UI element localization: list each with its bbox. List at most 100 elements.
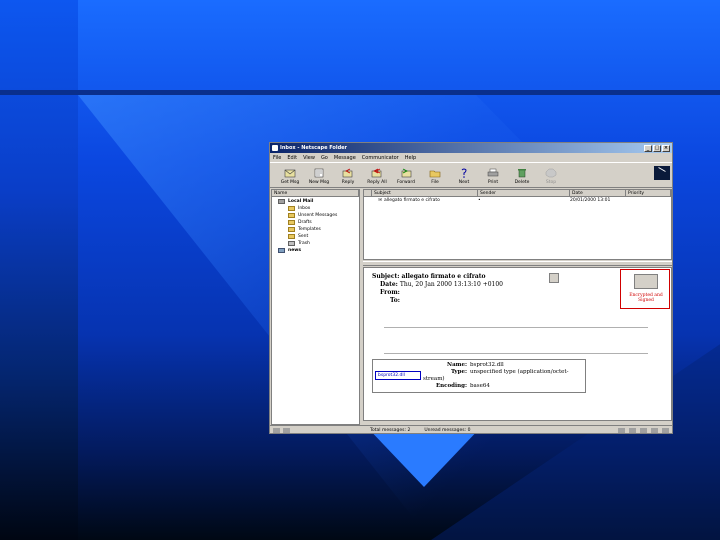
forward-icon <box>401 168 412 178</box>
menu-go[interactable]: Go <box>321 155 328 161</box>
component-bar <box>618 427 669 433</box>
folder-label: Trash <box>298 241 310 246</box>
delete-button[interactable]: Delete <box>508 168 536 185</box>
minimize-button[interactable]: _ <box>644 144 652 152</box>
message-list-header: Subject Sender Date Priority <box>364 190 671 197</box>
netscape-throbber-icon[interactable] <box>654 166 670 180</box>
background-horizontal-rule <box>0 90 720 95</box>
message-row[interactable]: ✉ allegato firmato e cifrato • 20/01/200… <box>364 197 671 204</box>
delete-label: Delete <box>514 180 530 185</box>
get-msg-button[interactable]: Get Msg <box>276 168 304 185</box>
folder-label: news <box>288 248 302 253</box>
stop-label: Stop <box>545 180 557 185</box>
priority-column-header[interactable]: Priority <box>626 190 671 196</box>
file-button[interactable]: File <box>421 168 449 185</box>
folder-label: Drafts <box>298 220 312 225</box>
menu-file[interactable]: File <box>273 155 281 161</box>
reply-button[interactable]: Reply <box>334 168 362 185</box>
print-label: Print <box>487 180 499 185</box>
folder-pane: Name Local Mail Inbox Unsent Messages Dr… <box>271 189 360 425</box>
address-book-icon[interactable] <box>651 427 658 433</box>
folder-sent[interactable]: Sent <box>274 233 357 240</box>
file-icon <box>429 170 441 178</box>
divider <box>384 327 648 328</box>
composer-icon[interactable] <box>662 427 669 433</box>
new-msg-button[interactable]: New Msg <box>305 168 333 185</box>
sender-column-header[interactable]: Sender <box>478 190 570 196</box>
folder-templates[interactable]: Templates <box>274 226 357 233</box>
get-msg-label: Get Msg <box>280 180 300 185</box>
inbox-icon <box>288 206 295 211</box>
sent-icon <box>288 234 295 239</box>
message-sender: • <box>478 198 481 203</box>
menu-message[interactable]: Message <box>334 155 356 161</box>
folder-unsent-messages[interactable]: Unsent Messages <box>274 212 357 219</box>
menu-bar: File Edit View Go Message Communicator H… <box>270 153 672 162</box>
message-subject: allegato firmato e cifrato <box>384 198 440 203</box>
reply-all-label: Reply All <box>367 180 387 185</box>
news-icon <box>278 248 285 253</box>
folder-inbox[interactable]: Inbox <box>274 205 357 212</box>
file-label: File <box>431 180 439 185</box>
pane-splitter[interactable] <box>363 261 672 266</box>
folder-local-mail[interactable]: Local Mail <box>274 198 357 205</box>
security-indicator[interactable]: Encrypted and Signed <box>620 269 670 309</box>
message-preview: Subject: allegato firmato e cifrato Date… <box>363 267 672 421</box>
forward-button[interactable]: Forward <box>392 168 420 185</box>
subject-line: Subject: allegato firmato e cifrato <box>372 273 486 280</box>
message-list: Subject Sender Date Priority ✉ allegato … <box>363 189 672 260</box>
folder-trash[interactable]: Trash <box>274 240 357 247</box>
netscape-app-icon <box>272 145 278 151</box>
attachment-link[interactable]: bsprot32.dll <box>375 371 421 380</box>
folder-drafts[interactable]: Drafts <box>274 219 357 226</box>
folder-column-header[interactable]: Name <box>272 190 359 197</box>
folder-name-header[interactable]: Name <box>272 190 359 196</box>
local-mail-icon <box>278 199 285 204</box>
date-line: Date: Thu, 20 Jan 2000 13:13:10 +0100 <box>380 281 503 288</box>
print-icon <box>487 168 499 177</box>
folder-label: Sent <box>298 234 309 239</box>
to-line: To: <box>390 297 400 304</box>
attachment-details: Name: bsprot32.dll Type: unspecified type … <box>423 362 569 389</box>
close-button[interactable]: × <box>662 144 670 152</box>
mail-icon[interactable] <box>629 427 636 433</box>
menu-communicator[interactable]: Communicator <box>362 155 399 161</box>
title-bar[interactable]: Inbox - Netscape Folder _ □ × <box>270 143 672 153</box>
trash-icon <box>288 241 295 246</box>
attachment-name: bsprot32.dll <box>470 362 504 368</box>
pen-signature-icon[interactable] <box>549 273 559 283</box>
folder-label: Inbox <box>298 206 311 211</box>
reply-label: Reply <box>341 180 355 185</box>
folder-label: Local Mail <box>288 199 314 204</box>
stop-button[interactable]: Stop <box>537 168 565 185</box>
navigator-icon[interactable] <box>618 427 625 433</box>
maximize-button[interactable]: □ <box>653 144 661 152</box>
connection-icon <box>273 427 280 433</box>
print-button[interactable]: Print <box>479 168 507 185</box>
reply-all-icon <box>371 168 382 178</box>
get-msg-icon <box>284 169 296 178</box>
templates-icon <box>288 227 295 232</box>
newsgroups-icon[interactable] <box>640 427 647 433</box>
next-label: Next <box>458 180 470 185</box>
thread-column-header[interactable] <box>364 190 372 196</box>
subject-column-header[interactable]: Subject <box>372 190 478 196</box>
security-label: Encrypted and Signed <box>629 293 663 303</box>
mail-body: Name Local Mail Inbox Unsent Messages Dr… <box>270 189 672 425</box>
folder-news[interactable]: news <box>274 247 357 254</box>
reply-all-button[interactable]: Reply All <box>363 168 391 185</box>
date-column-header[interactable]: Date <box>570 190 626 196</box>
folder-label: Unsent Messages <box>298 213 338 218</box>
message-date: 20/01/2000 13:01 <box>570 198 611 203</box>
menu-view[interactable]: View <box>303 155 315 161</box>
delete-icon <box>518 169 526 178</box>
attachment-box: bsprot32.dll Name: bsprot32.dll Type: unsp… <box>372 359 586 393</box>
menu-help[interactable]: Help <box>405 155 416 161</box>
attachment-encoding: base64 <box>470 383 490 389</box>
status-bar: Total messages: 2 Unread messages: 0 <box>270 425 672 433</box>
security-lock-icon[interactable] <box>283 427 290 433</box>
menu-edit[interactable]: Edit <box>287 155 297 161</box>
date-value: Thu, 20 Jan 2000 13:13:10 +0100 <box>399 281 503 288</box>
forward-label: Forward <box>396 180 416 185</box>
next-button[interactable]: Next <box>450 168 478 185</box>
